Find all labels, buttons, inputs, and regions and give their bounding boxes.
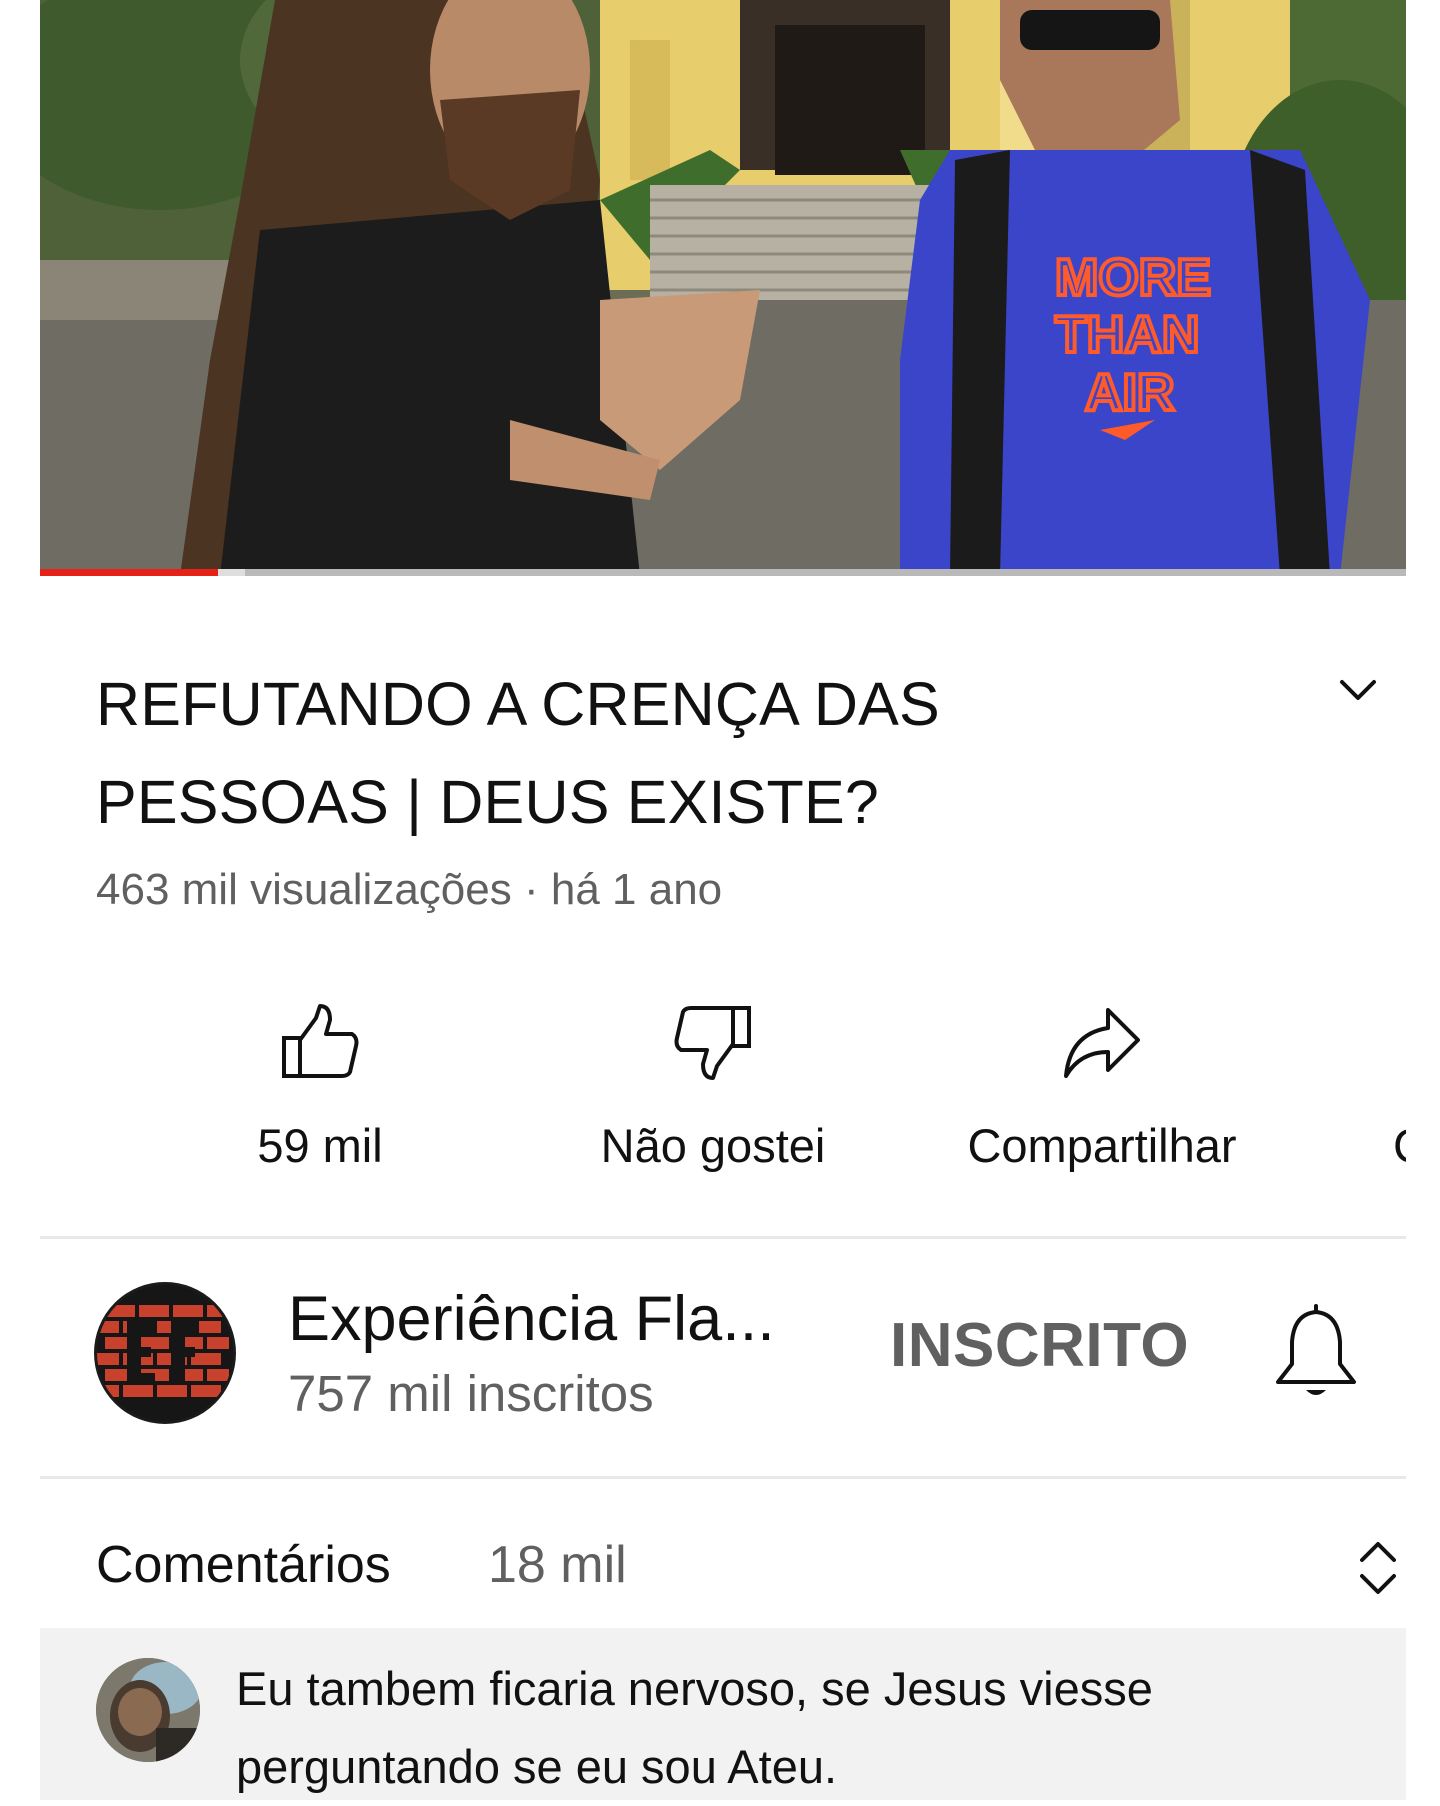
meta-separator: · xyxy=(511,865,551,914)
svg-text:THAN: THAN xyxy=(1055,306,1199,364)
video-meta: 463 mil visualizações · há 1 ano xyxy=(96,865,722,915)
expand-collapse-icon xyxy=(1360,1542,1396,1594)
video-title: REFUTANDO A CRENÇA DAS PESSOAS | DEUS EX… xyxy=(96,670,940,836)
channel-avatar[interactable] xyxy=(94,1282,236,1424)
svg-text:AIR: AIR xyxy=(1085,364,1175,422)
comment-text: Eu tambem ficaria nervoso, se Jesus vies… xyxy=(236,1662,1153,1793)
like-count: 59 mil xyxy=(257,1119,383,1172)
comments-title[interactable]: Comentários xyxy=(96,1535,391,1595)
dislike-button[interactable]: Não gostei xyxy=(533,1000,893,1180)
divider xyxy=(40,1476,1406,1479)
more-actions-partial[interactable]: C xyxy=(1393,1118,1406,1178)
expand-comments-button[interactable] xyxy=(1350,1532,1406,1604)
progress-played xyxy=(40,569,218,576)
subscribed-button[interactable]: INSCRITO xyxy=(890,1310,1189,1381)
view-count: 463 mil visualizações xyxy=(96,865,512,914)
chevron-down-icon xyxy=(1340,680,1376,700)
video-page: MORE THAN AIR REFUTANDO A CRENÇA DAS PES… xyxy=(40,0,1406,1800)
channel-logo-icon xyxy=(97,1285,233,1421)
progress-bar[interactable] xyxy=(40,569,1406,576)
user-photo-icon xyxy=(96,1658,200,1762)
expand-description-button[interactable] xyxy=(1330,662,1386,718)
notification-bell-button[interactable] xyxy=(1268,1302,1364,1404)
dislike-label: Não gostei xyxy=(600,1119,826,1172)
thumbs-down-icon xyxy=(674,1006,751,1080)
channel-name[interactable]: Experiência Fla... xyxy=(288,1283,775,1355)
video-player[interactable]: MORE THAN AIR xyxy=(40,0,1406,576)
bell-icon xyxy=(1276,1304,1356,1395)
subscriber-count: 757 mil inscritos xyxy=(288,1365,654,1422)
like-button[interactable]: 59 mil xyxy=(140,1000,500,1180)
top-comment[interactable]: Eu tambem ficaria nervoso, se Jesus vies… xyxy=(40,1628,1406,1800)
divider xyxy=(40,1236,1406,1239)
video-frame: MORE THAN AIR xyxy=(40,0,1406,576)
upload-age: há 1 ano xyxy=(550,865,723,914)
svg-text:MORE: MORE xyxy=(1055,249,1211,307)
thumbs-up-icon xyxy=(282,1004,359,1078)
share-button[interactable]: Compartilhar xyxy=(922,1000,1282,1180)
share-label: Compartilhar xyxy=(967,1119,1237,1172)
more-actions-label: C xyxy=(1393,1119,1406,1172)
share-arrow-icon xyxy=(1064,1008,1140,1078)
comments-count: 18 mil xyxy=(488,1536,627,1594)
commenter-avatar[interactable] xyxy=(96,1658,200,1762)
